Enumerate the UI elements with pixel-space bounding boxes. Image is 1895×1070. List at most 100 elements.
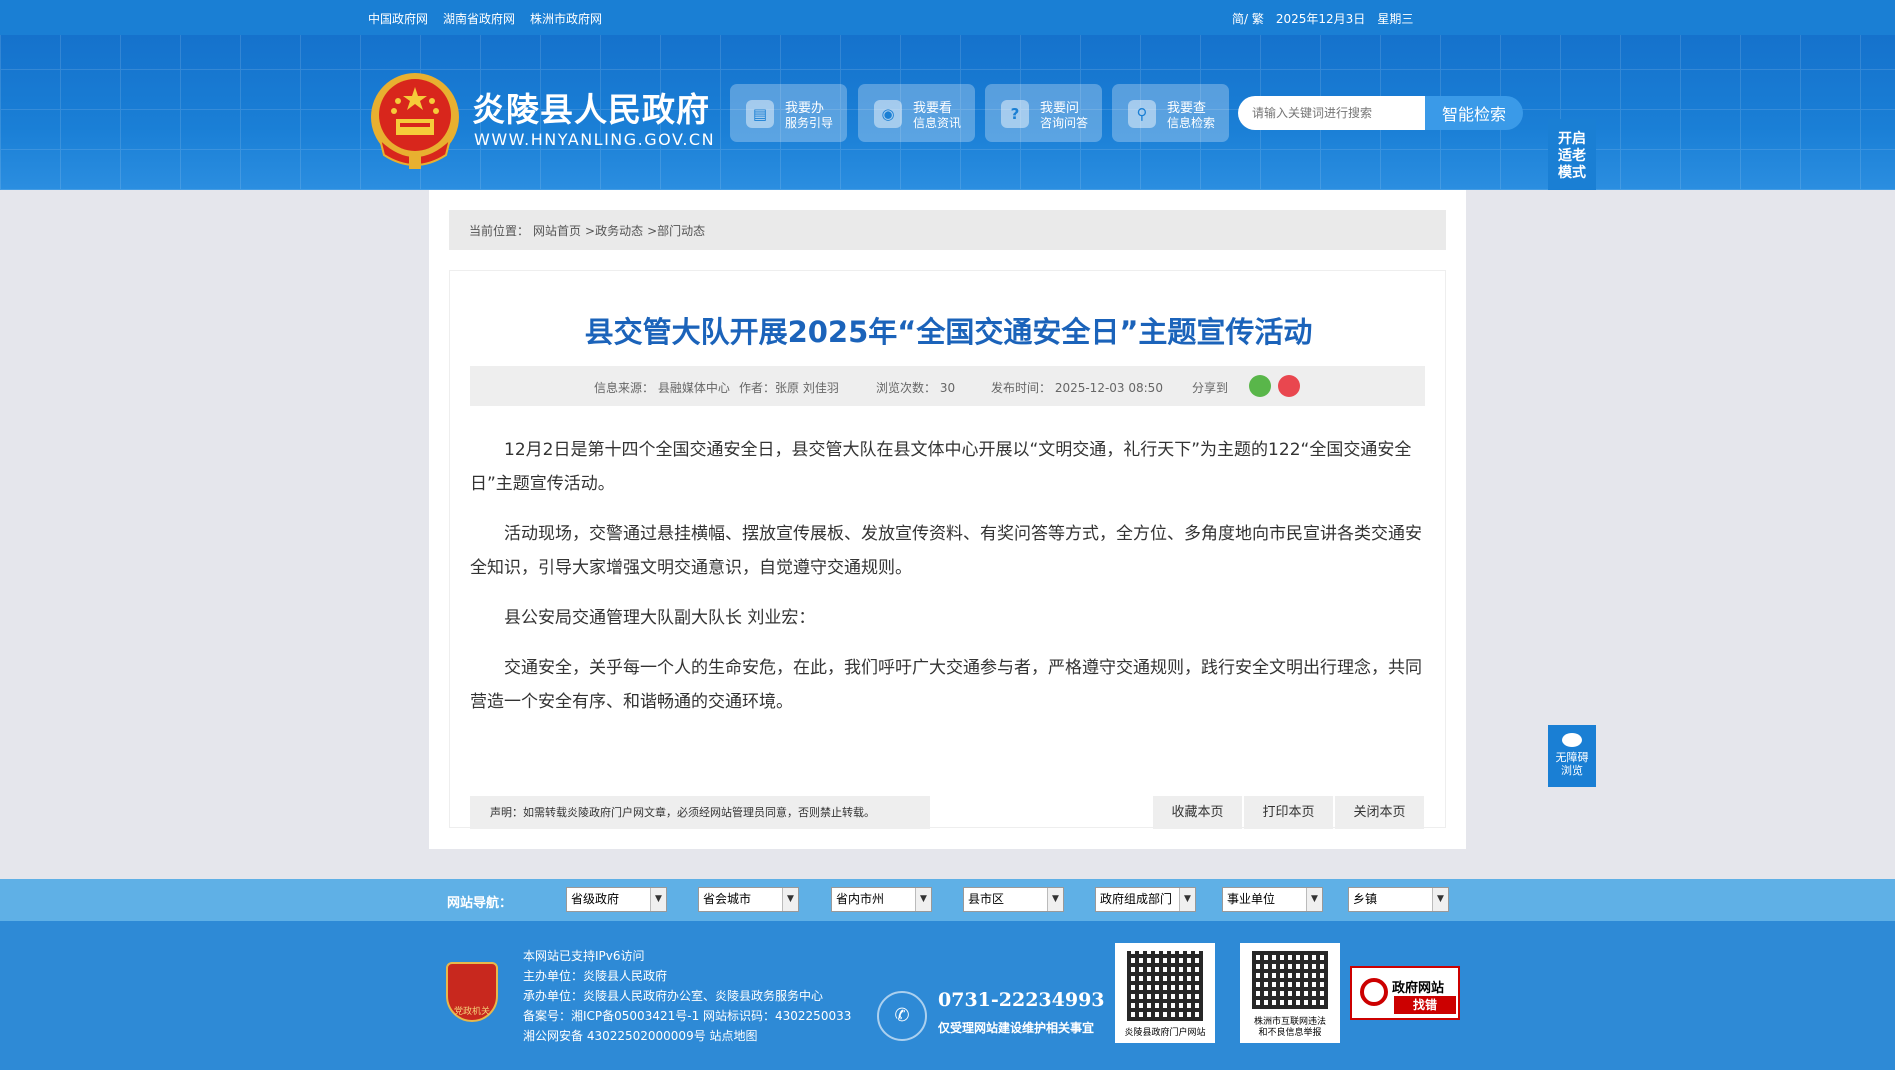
site-title[interactable]: 炎陵县人民政府: [472, 83, 710, 131]
footer-info-line: 本网站已支持IPv6访问: [523, 949, 645, 963]
qr-pattern: [1127, 951, 1203, 1021]
site-nav-label: 网站导航：: [447, 896, 513, 911]
elder-mode-line: 模式: [1558, 165, 1586, 181]
footer-info: 本网站已支持IPv6访问 主办单位：炎陵县人民政府 承办单位：炎陵县人民政府办公…: [523, 946, 851, 1046]
findbug-label: 找错: [1394, 996, 1456, 1014]
nav-service-guide[interactable]: ▤ 我要办 服务引导: [730, 84, 847, 142]
select-prefectures[interactable]: 省内市州 ▼: [831, 887, 932, 912]
meta-source: 信息来源： 县融媒体中心: [594, 381, 730, 395]
breadcrumb-dept-news[interactable]: >部门动态: [647, 222, 705, 239]
qr-caption-line: 和不良信息举报: [1258, 1028, 1322, 1038]
search-input[interactable]: [1238, 96, 1425, 130]
current-date: 2025年12月3日: [1275, 12, 1366, 26]
wechat-icon[interactable]: [1249, 375, 1271, 397]
footer-info-line: 主办单位：炎陵县人民政府: [523, 969, 668, 983]
top-links: 中国政府网 湖南省政府网 株洲市政府网: [368, 10, 602, 27]
qr-caption: 炎陵县政府门户网站: [1124, 1028, 1206, 1038]
current-weekday: 星期三: [1377, 12, 1414, 26]
qr-code-report: 株洲市互联网违法 和不良信息举报: [1240, 943, 1340, 1043]
footer: 党政机关 本网站已支持IPv6访问 主办单位：炎陵县人民政府 承办单位：炎陵县人…: [0, 921, 1895, 1070]
elder-mode-line: 开启: [1558, 131, 1586, 147]
select-gov-departments[interactable]: 政府组成部门 ▼: [1095, 887, 1196, 912]
footer-info-line[interactable]: 湘公网安备 43022502000009号 站点地图: [523, 1026, 851, 1046]
share-label: 分享到: [1192, 381, 1229, 395]
eye-icon: ◉: [874, 100, 902, 128]
select-value: 事业单位: [1227, 892, 1276, 906]
site-nav: 网站导航： 省级政府 ▼ 省会城市 ▼ 省内市州 ▼ 县市区 ▼ 政府组成部门 ▼ 事业单…: [0, 879, 1895, 921]
article-body: 12月2日是第十四个全国交通安全日，县交管大队在县文体中心开展以“文明交通，礼行…: [470, 433, 1425, 735]
select-towns[interactable]: 乡镇 ▼: [1348, 887, 1449, 912]
chevron-down-icon: ▼: [1306, 888, 1322, 911]
qr-code-portal: 炎陵县政府门户网站: [1115, 943, 1215, 1043]
select-provincial-gov[interactable]: 省级政府 ▼: [566, 887, 667, 912]
article-paragraph: 12月2日是第十四个全国交通安全日，县交管大队在县文体中心开展以“文明交通，礼行…: [470, 440, 1412, 494]
qr-caption: 株洲市互联网违法 和不良信息举报: [1240, 1017, 1340, 1039]
search-icon: ⚲: [1128, 100, 1156, 128]
print-button[interactable]: 打印本页: [1244, 796, 1333, 829]
meta-author: 作者：张原 刘佳羽: [739, 381, 839, 395]
link-hunan-gov[interactable]: 湖南省政府网: [443, 10, 515, 27]
select-counties[interactable]: 县市区 ▼: [963, 887, 1064, 912]
article: 县交管大队开展2025年“全国交通安全日”主题宣传活动 信息来源： 县融媒体中心…: [449, 270, 1446, 829]
bookmark-button[interactable]: 收藏本页: [1153, 796, 1242, 829]
gov-site-error-report-button[interactable]: 政府网站 找错: [1350, 966, 1460, 1020]
select-value: 省内市州: [836, 892, 885, 906]
article-paragraph: 县公安局交通管理大队副大队长 刘业宏：: [504, 608, 816, 628]
breadcrumb-gov-news[interactable]: >政务动态: [585, 222, 643, 239]
main-panel: 当前位置： 网站首页 >政务动态 >部门动态 县交管大队开展2025年“全国交通…: [429, 190, 1466, 849]
select-value: 乡镇: [1353, 892, 1378, 906]
question-icon: ?: [1001, 100, 1029, 128]
article-title: 县交管大队开展2025年“全国交通安全日”主题宣传活动: [584, 315, 1313, 349]
chevron-down-icon: ▼: [915, 888, 931, 911]
nav-sublabel: 信息检索: [1167, 116, 1216, 130]
link-zhuzhou-gov[interactable]: 株洲市政府网: [530, 10, 602, 27]
eye-icon: [1562, 733, 1582, 747]
site-domain: WWW.HNYANLING.GOV.CN: [474, 130, 716, 149]
lang-switch[interactable]: 简/ 繁: [1232, 10, 1264, 27]
nav-info[interactable]: ◉ 我要看 信息资讯: [858, 84, 975, 142]
meta-published: 发布时间： 2025-12-03 08:50: [991, 381, 1163, 395]
top-bar: 中国政府网 湖南省政府网 株洲市政府网 简/ 繁 2025年12月3日 星期三: [0, 0, 1895, 35]
article-actions: 收藏本页 打印本页 关闭本页: [1153, 796, 1424, 829]
weibo-icon[interactable]: [1278, 375, 1300, 397]
select-capital-cities[interactable]: 省会城市 ▼: [698, 887, 799, 912]
breadcrumb-home[interactable]: 网站首页: [533, 222, 581, 239]
select-public-institutions[interactable]: 事业单位 ▼: [1222, 887, 1323, 912]
party-gov-logo-icon[interactable]: 党政机关: [446, 962, 498, 1022]
accessibility-line: 浏览: [1561, 764, 1583, 777]
accessibility-button[interactable]: 无障碍 浏览: [1548, 725, 1596, 787]
article-paragraph: 交通安全，关乎每一个人的生命安危，在此，我们呼吁广大交通参与者，严格遵守交通规则…: [470, 658, 1422, 712]
contact-phone-note: 仅受理网站建设维护相关事宜: [938, 1021, 1095, 1035]
qr-caption-line: 株洲市互联网违法: [1253, 1017, 1326, 1027]
select-value: 省级政府: [571, 892, 620, 906]
select-value: 省会城市: [703, 892, 752, 906]
elder-mode-line: 适老: [1558, 148, 1586, 164]
top-right: 简/ 繁 2025年12月3日 星期三: [1232, 10, 1413, 27]
document-icon: ▤: [746, 100, 774, 128]
nav-search-info[interactable]: ⚲ 我要查 信息检索: [1112, 84, 1229, 142]
nav-sublabel: 咨询问答: [1040, 116, 1089, 130]
qr-pattern: [1252, 951, 1328, 1009]
select-value: 县市区: [968, 892, 1005, 906]
search-button[interactable]: 智能检索: [1425, 96, 1523, 130]
nav-sublabel: 信息资讯: [913, 116, 962, 130]
nav-sublabel: 服务引导: [785, 116, 834, 130]
select-value: 政府组成部门: [1100, 892, 1173, 906]
disclaimer: 声明：如需转载炎陵政府门户网文章，必须经网站管理员同意，否则禁止转载。: [470, 796, 930, 829]
chevron-down-icon: ▼: [782, 888, 798, 911]
phone-icon: ✆: [877, 991, 927, 1041]
accessibility-line: 无障碍: [1555, 751, 1589, 764]
footer-info-line: 承办单位：炎陵县人民政府办公室、炎陵县政务服务中心: [523, 989, 824, 1003]
elder-mode-button[interactable]: 开启 适老 模式: [1548, 119, 1596, 190]
footer-info-line[interactable]: 备案号：湘ICP备05003421号-1 网站标识码：4302250033: [523, 1006, 851, 1026]
magnifier-icon: [1360, 978, 1388, 1006]
national-emblem-icon: [371, 73, 459, 169]
party-logo-text: 党政机关: [453, 1007, 490, 1017]
chevron-down-icon: ▼: [650, 888, 666, 911]
link-central-gov[interactable]: 中国政府网: [368, 10, 428, 27]
close-page-button[interactable]: 关闭本页: [1335, 796, 1424, 829]
breadcrumb: 当前位置： 网站首页 >政务动态 >部门动态: [449, 210, 1446, 250]
header: 炎陵县人民政府 WWW.HNYANLING.GOV.CN ▤ 我要办 服务引导 …: [0, 35, 1895, 190]
nav-qa[interactable]: ? 我要问 咨询问答: [985, 84, 1102, 142]
chevron-down-icon: ▼: [1179, 888, 1195, 911]
